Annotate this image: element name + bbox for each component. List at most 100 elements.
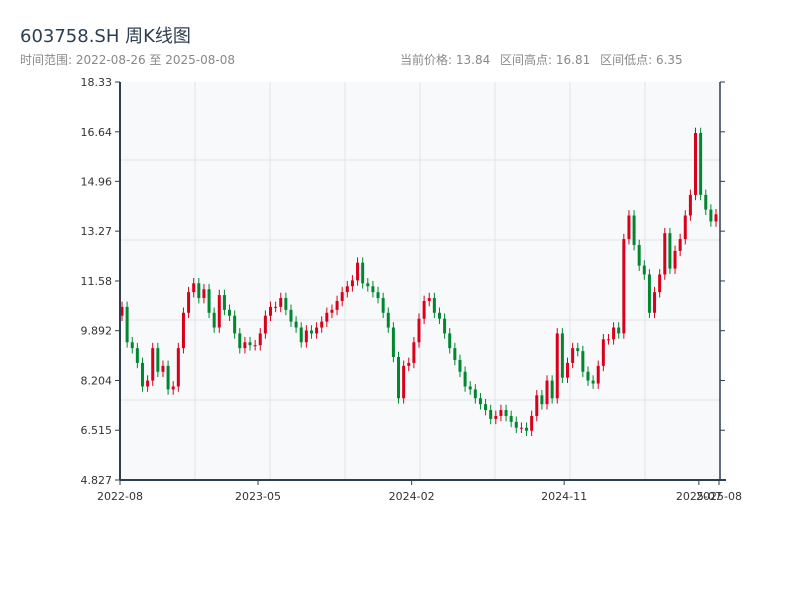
candle-up [402,365,406,399]
candlestick-chart: 18.33 16.64 14.96 13.27 11.58 9.892 8.204 6.515… [81,76,742,503]
candle-up [330,309,334,313]
candle-up [279,298,283,307]
candle-down [550,380,554,399]
candle-down [166,365,170,390]
candle-down [468,386,472,390]
candle-down [284,298,288,310]
y-tick-label: 16.64 [81,126,113,139]
candle-up [263,315,267,334]
candle-up [407,362,411,366]
candle-down [509,415,513,422]
candle-up [269,306,272,316]
candle-down [453,348,457,360]
candle-up [535,395,539,416]
candle-up [243,342,247,349]
candle-up [304,330,308,343]
candle-up [320,321,324,328]
candle-down [484,404,488,411]
candle-down [642,265,646,275]
candle-up [171,386,175,390]
candle-up [253,345,257,347]
candle-up [499,410,503,416]
candle-down [233,315,237,334]
candle-up [417,318,421,343]
candle-down [591,380,595,384]
candle-down [361,262,365,284]
candle-up [714,214,718,222]
candle-down [397,357,401,399]
x-tick-label: 2023-05 [235,490,281,503]
candle-down [704,194,708,210]
candle-up [422,300,426,319]
candle-down [525,427,529,431]
candle-up [653,292,657,313]
candle-up [658,274,662,293]
candle-down [637,244,641,266]
candle-up [688,194,692,216]
candle-down [140,362,144,387]
candle-up [258,333,262,346]
y-tick-label: 8.204 [81,374,113,387]
candle-up [161,365,165,372]
y-tick-label: 18.33 [81,76,113,89]
candle-down [309,330,313,334]
candle-up [192,283,196,293]
x-tick-label: 2025-08 [696,490,742,503]
y-tick-label: 11.58 [81,275,113,288]
candle-up [340,292,344,301]
candle-up [673,250,677,269]
candle-up [356,262,360,281]
candle-up [622,239,626,334]
candle-up [530,415,534,431]
candle-up [181,312,185,349]
candle-down [238,333,242,349]
candle-down [514,421,518,428]
candle-down [366,283,370,287]
candle-up [325,312,329,322]
candle-down [135,348,139,363]
candle-up [683,215,687,240]
candle-down [699,132,703,195]
x-tick-label: 2024-02 [389,490,435,503]
candle-down [391,327,395,358]
candle-down [473,389,477,399]
candle-down [581,351,585,372]
candle-up [151,348,155,381]
candle-down [540,395,544,405]
candle-down [299,327,303,343]
candle-down [156,348,160,372]
candle-down [125,306,129,343]
candle-down [437,312,441,319]
candle-down [709,209,713,222]
candle-up [555,333,559,399]
candle-up [612,327,616,340]
candle-up [187,292,191,313]
candle-down [478,398,482,405]
candle-up [566,362,569,378]
candle-down [443,318,447,334]
candle-up [217,295,221,328]
candle-down [504,410,508,416]
candle-down [448,333,452,349]
candle-down [647,274,651,313]
candle-up [571,348,575,363]
candle-down [586,371,590,381]
y-tick-label: 13.27 [81,225,113,238]
candle-down [228,309,232,316]
y-tick-label: 9.892 [81,325,113,338]
candle-down [222,295,226,310]
candle-up [627,215,631,240]
x-tick-label: 2022-08 [97,490,143,503]
y-tick-label: 14.96 [81,175,113,188]
candle-down [386,312,390,328]
candle-down [432,298,436,313]
candle-up [350,280,354,287]
candle-down [576,348,580,352]
candle-up [427,298,431,301]
candle-up [678,239,682,251]
candle-up [176,348,180,387]
candle-down [248,342,252,346]
candle-up [694,132,698,195]
candle-down [489,410,493,419]
candle-up [345,286,349,293]
